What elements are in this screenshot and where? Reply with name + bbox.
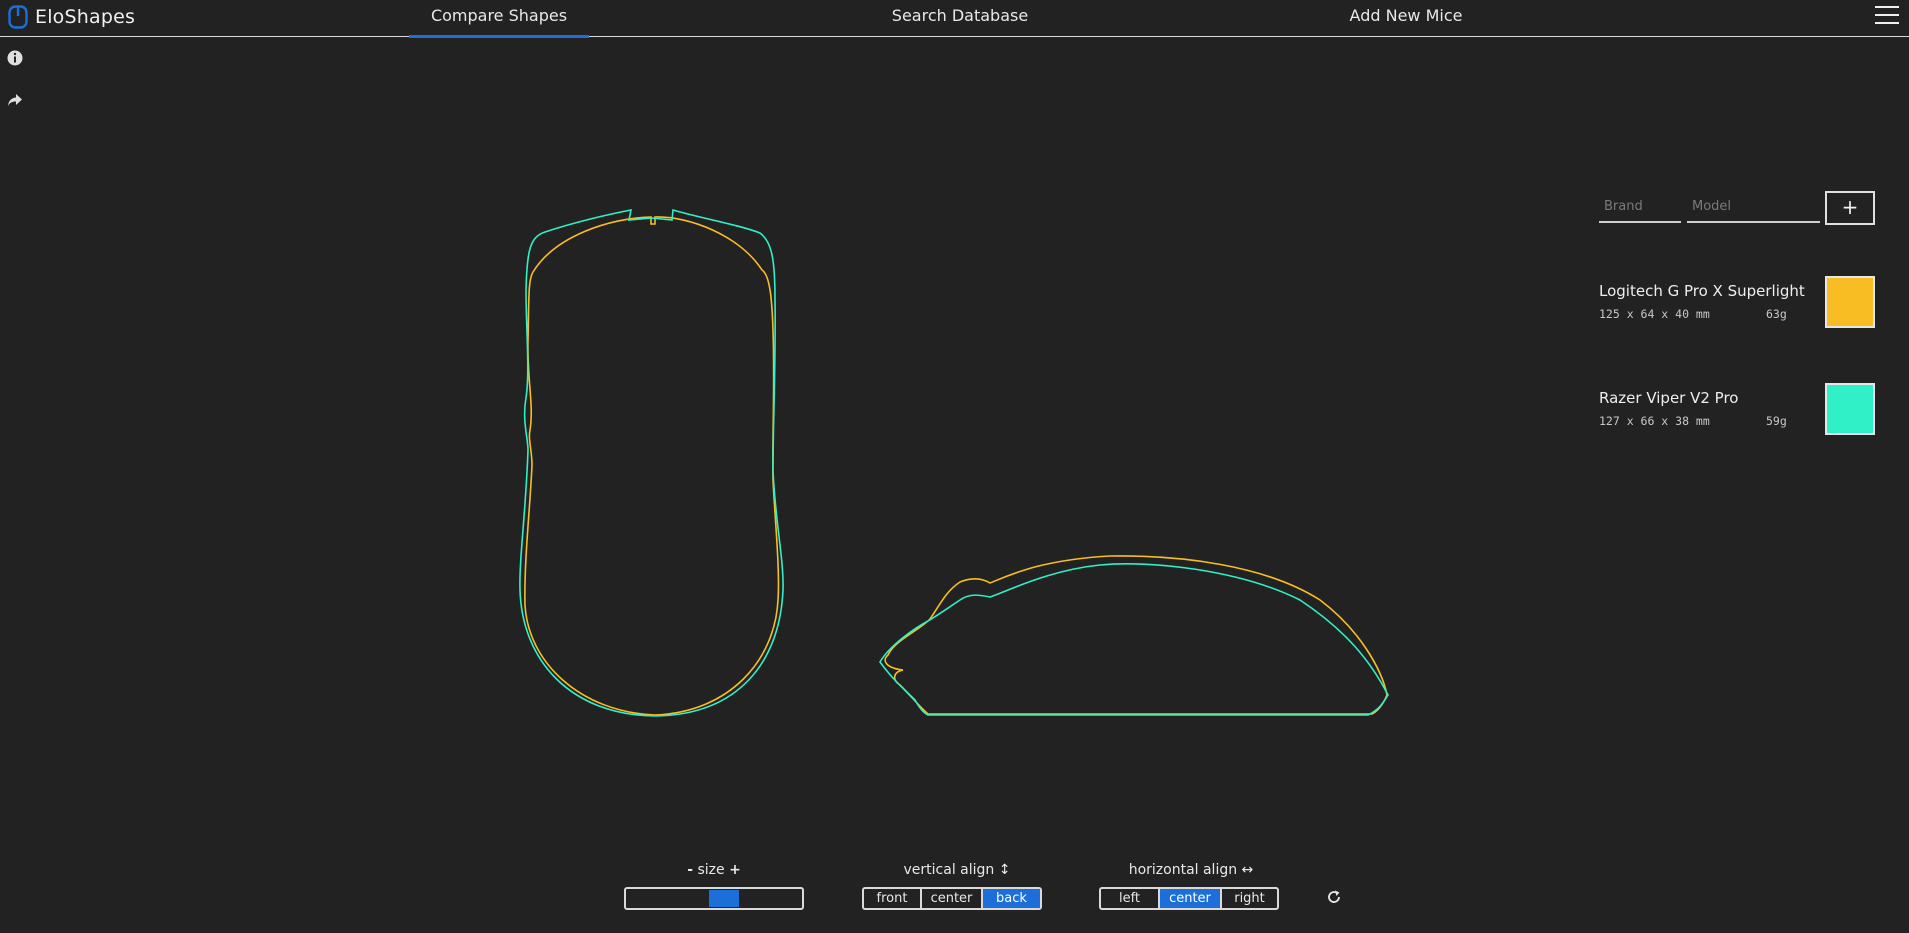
top-view-outline-logitech (524, 216, 780, 716)
horizontal-align-control: left center right (1099, 887, 1279, 910)
size-slider-thumb[interactable] (709, 890, 739, 907)
brand-input[interactable] (1599, 191, 1681, 223)
mouse-name: Logitech G Pro X Superlight (1599, 282, 1805, 300)
size-decrease-button[interactable]: - (687, 862, 693, 878)
model-input[interactable] (1687, 191, 1820, 223)
size-increase-button[interactable]: + (729, 862, 741, 878)
horizontal-align-left-button[interactable]: left (1101, 889, 1160, 908)
side-view-outline-razer (879, 563, 1389, 716)
vertical-align-label: vertical align ↕ (903, 862, 1011, 878)
top-view-outline-razer (519, 208, 784, 717)
size-label: size (697, 862, 725, 878)
mouse-card-razer: Razer Viper V2 Pro 127 x 66 x 38 mm 59g (1599, 383, 1879, 435)
vertical-align-front-button[interactable]: front (864, 889, 922, 908)
mouse-dimensions: 125 x 64 x 40 mm (1599, 307, 1710, 321)
horizontal-align-right-button[interactable]: right (1222, 889, 1277, 908)
vertical-align-center-button[interactable]: center (922, 889, 983, 908)
shape-comparison-canvas (519, 208, 1389, 717)
color-swatch-logitech[interactable] (1825, 276, 1875, 328)
horizontal-align-center-button[interactable]: center (1160, 889, 1222, 908)
add-mouse-button[interactable]: + (1825, 191, 1875, 225)
color-swatch-razer[interactable] (1825, 383, 1875, 435)
size-slider[interactable] (624, 887, 804, 910)
side-view-outline-logitech (884, 555, 1388, 715)
mouse-card-logitech: Logitech G Pro X Superlight 125 x 64 x 4… (1599, 276, 1879, 328)
mouse-name: Razer Viper V2 Pro (1599, 389, 1739, 407)
vertical-align-control: front center back (862, 887, 1042, 910)
reset-icon[interactable] (1326, 889, 1342, 905)
vertical-align-back-button[interactable]: back (983, 889, 1040, 908)
size-control-label: - size + (664, 862, 764, 878)
mouse-dimensions: 127 x 66 x 38 mm (1599, 414, 1710, 428)
horizontal-align-label: horizontal align ↔ (1128, 862, 1254, 878)
mouse-weight: 63g (1766, 307, 1787, 321)
mouse-weight: 59g (1766, 414, 1787, 428)
